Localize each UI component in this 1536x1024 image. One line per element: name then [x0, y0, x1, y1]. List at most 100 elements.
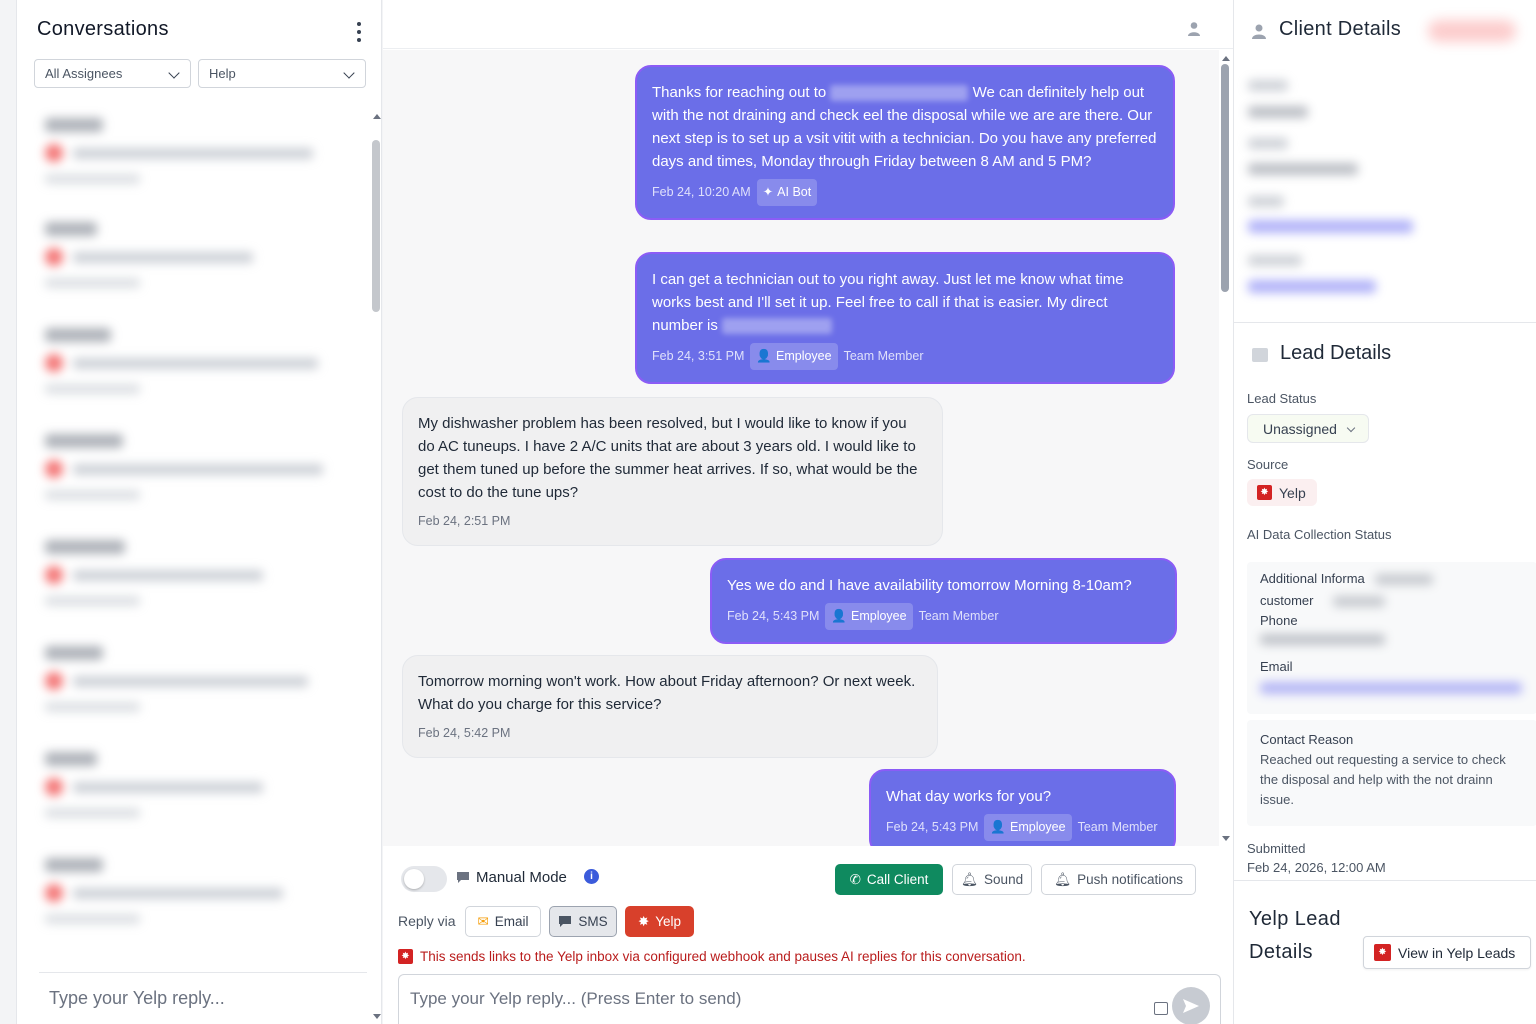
- yelp-warning: ✸ This sends links to the Yelp inbox via…: [398, 949, 1026, 964]
- chat-panel: Thanks for reaching out to We can defini…: [383, 0, 1233, 1024]
- person-icon: 👤: [831, 609, 847, 623]
- message-thread: Thanks for reaching out to We can defini…: [383, 50, 1219, 846]
- manual-mode-label: Manual Mode: [456, 869, 567, 886]
- badge-label: Employee: [851, 609, 907, 623]
- outgoing-message: I can get a technician out to you right …: [635, 252, 1175, 384]
- conversation-list-item[interactable]: [45, 118, 335, 188]
- reply-yelp-button[interactable]: ✸ Yelp: [625, 906, 694, 937]
- view-in-yelp-leads-button[interactable]: ✸ View in Yelp Leads: [1363, 936, 1531, 969]
- message-role: Team Member: [1077, 820, 1158, 834]
- reply-sms-button[interactable]: SMS: [549, 906, 617, 937]
- employee-badge: 👤 Employee: [825, 603, 913, 630]
- person-icon: 👤: [990, 820, 1006, 834]
- conversation-list: [17, 104, 369, 964]
- ai-field-customer: customer: [1260, 593, 1313, 608]
- chat-header: [383, 0, 1233, 49]
- sound-button[interactable]: 🔔︎ Sound: [952, 864, 1032, 895]
- sms-icon: [559, 916, 572, 927]
- conversation-list-item[interactable]: [45, 434, 335, 504]
- more-options-icon[interactable]: [355, 22, 363, 42]
- chevron-down-icon: [1346, 423, 1356, 433]
- chevron-down-icon: [343, 67, 355, 79]
- yelp-lead-title-line: Yelp Lead: [1249, 908, 1341, 930]
- conversation-list-item[interactable]: [45, 540, 335, 610]
- divider: [1234, 880, 1536, 881]
- envelope-icon: ✉: [477, 913, 489, 929]
- assignee-filter-select[interactable]: All Assignees: [34, 59, 191, 88]
- send-icon: [1183, 999, 1199, 1013]
- push-notifications-label: Push notifications: [1077, 872, 1183, 887]
- composer-input[interactable]: Type your Yelp reply... (Press Enter to …: [410, 989, 741, 1009]
- view-in-yelp-leads-label: View in Yelp Leads: [1398, 944, 1516, 961]
- sound-label: Sound: [984, 872, 1024, 887]
- message-role: Team Member: [843, 349, 924, 363]
- info-icon[interactable]: i: [584, 869, 599, 884]
- divider: [39, 972, 367, 973]
- conversations-panel: Conversations All Assignees Help Type yo…: [16, 0, 382, 1024]
- bell-icon: 🔔︎: [960, 871, 979, 887]
- conversation-list-item[interactable]: [45, 328, 335, 398]
- incoming-message: My dishwasher problem has been resolved,…: [402, 397, 943, 546]
- outgoing-message: What day works for you? Feb 24, 5:43 PM …: [869, 769, 1176, 846]
- ai-field-label: Email: [1260, 659, 1293, 674]
- source-label: Source: [1247, 457, 1289, 472]
- lead-status-label: Lead Status: [1247, 391, 1317, 406]
- redacted-badge: [1428, 20, 1516, 42]
- incoming-message: Tomorrow morning won't work. How about F…: [402, 655, 938, 758]
- scrollbar-thumb[interactable]: [1221, 64, 1229, 292]
- lead-details-title: Lead Details: [1280, 342, 1392, 364]
- reply-email-button[interactable]: ✉ Email: [465, 906, 541, 937]
- scroll-up-icon[interactable]: [1222, 56, 1230, 61]
- help-filter-value: Help: [209, 66, 236, 81]
- conversation-list-item[interactable]: [45, 646, 335, 716]
- conversation-list-scrollbar[interactable]: [370, 108, 382, 1024]
- conversation-list-item[interactable]: [45, 222, 335, 292]
- sparkle-icon: ✦: [762, 185, 774, 199]
- app-root: Conversations All Assignees Help Type yo…: [0, 0, 1536, 1024]
- message-composer[interactable]: Type your Yelp reply... (Press Enter to …: [398, 974, 1221, 1024]
- ai-field-additional: Additional Informa: [1260, 571, 1365, 586]
- scrollbar-thumb[interactable]: [372, 140, 380, 312]
- message-text: I can get a technician out to you right …: [652, 268, 1158, 337]
- image-attach-icon[interactable]: [1154, 1002, 1168, 1015]
- contact-reason-text: Reached out requesting a service to chec…: [1260, 752, 1506, 807]
- contact-reason-box: Contact Reason Reached out requesting a …: [1247, 720, 1536, 826]
- outgoing-message: Thanks for reaching out to We can defini…: [635, 65, 1175, 220]
- call-client-button[interactable]: ✆ Call Client: [835, 864, 943, 895]
- sidebar-reply-placeholder[interactable]: Type your Yelp reply...: [49, 988, 225, 1009]
- message-text: Yes we do and I have availability tomorr…: [727, 577, 1132, 594]
- conversation-list-item[interactable]: [45, 858, 335, 928]
- scroll-down-icon[interactable]: [1222, 836, 1230, 841]
- conversation-list-item[interactable]: [45, 752, 335, 822]
- yelp-label: Yelp: [655, 914, 682, 929]
- chevron-down-icon: [168, 67, 180, 79]
- scroll-up-icon[interactable]: [373, 114, 381, 119]
- message-time: Feb 24, 5:43 PM: [886, 820, 979, 834]
- manual-mode-text: Manual Mode: [476, 869, 567, 886]
- message-time: Feb 24, 2:51 PM: [418, 514, 511, 528]
- message-text-part: Thanks for reaching out to: [652, 84, 831, 101]
- user-icon[interactable]: [1187, 21, 1201, 37]
- manual-mode-toggle[interactable]: [401, 866, 447, 892]
- message-scrollbar[interactable]: [1219, 50, 1231, 846]
- send-button[interactable]: [1172, 987, 1210, 1024]
- employee-badge: 👤 Employee: [750, 343, 838, 370]
- ai-field-label: Phone: [1260, 613, 1298, 628]
- yelp-icon: ✸: [637, 913, 650, 929]
- message-time: Feb 24, 10:20 AM: [652, 185, 751, 199]
- push-notifications-button[interactable]: 🔔︎ Push notifications: [1041, 864, 1196, 895]
- contact-reason-label: Contact Reason: [1260, 732, 1354, 747]
- yelp-icon: ✸: [1374, 944, 1391, 961]
- ai-status-label: AI Data Collection Status: [1247, 527, 1392, 542]
- message-time: Feb 24, 5:43 PM: [727, 609, 820, 623]
- submitted-value: Feb 24, 2026, 12:00 AM: [1247, 860, 1386, 875]
- lead-status-value: Unassigned: [1263, 421, 1337, 437]
- message-time: Feb 24, 5:42 PM: [418, 726, 511, 740]
- document-icon: [1252, 348, 1268, 362]
- badge-label: AI Bot: [777, 185, 812, 199]
- user-icon: [1252, 24, 1266, 39]
- help-filter-select[interactable]: Help: [198, 59, 366, 88]
- bell-icon: 🔔︎: [1054, 871, 1072, 887]
- lead-status-select[interactable]: Unassigned: [1247, 414, 1369, 443]
- scroll-down-icon[interactable]: [373, 1014, 381, 1019]
